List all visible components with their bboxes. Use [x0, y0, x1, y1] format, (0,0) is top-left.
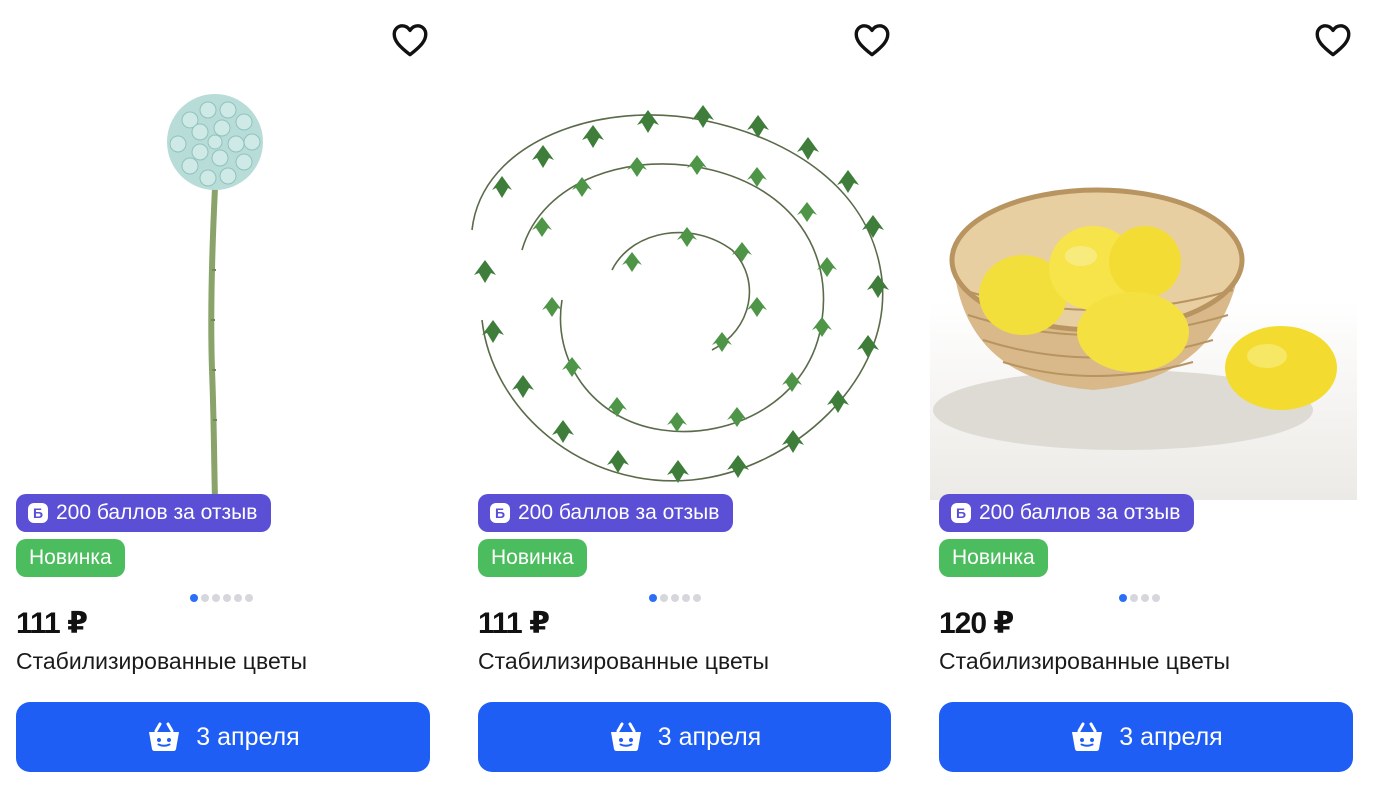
image-carousel-dots	[458, 594, 892, 602]
product-price: 111 ₽	[16, 607, 88, 640]
favorite-button[interactable]	[1313, 20, 1353, 60]
product-image-ivy[interactable]	[462, 80, 896, 500]
review-points-label: 200 баллов за отзыв	[979, 501, 1181, 524]
carousel-dot	[1140, 594, 1149, 602]
image-carousel-dots	[922, 594, 1356, 602]
carousel-dot	[1118, 594, 1127, 602]
product-price: 120 ₽	[939, 607, 1014, 640]
product-card[interactable]: Б 200 баллов за отзыв Новинка 120 ₽ Стаб…	[923, 0, 1357, 788]
new-badge: Новинка	[16, 539, 125, 577]
heart-outline-icon	[854, 24, 890, 57]
new-badge: Новинка	[478, 539, 587, 577]
product-price: 111 ₽	[478, 607, 550, 640]
review-points-badge: Б 200 баллов за отзыв	[478, 494, 734, 532]
carousel-dot	[244, 594, 253, 602]
product-image-lemons[interactable]	[923, 80, 1357, 500]
carousel-dot	[649, 594, 657, 602]
product-title[interactable]: Стабилизированные цветы	[16, 648, 307, 675]
add-to-cart-button[interactable]: 3 апреля	[939, 702, 1353, 772]
product-title[interactable]: Стабилизированные цветы	[478, 648, 769, 675]
delivery-date-label: 3 апреля	[657, 722, 762, 751]
basket-icon	[146, 721, 182, 753]
points-b-icon: Б	[28, 503, 48, 523]
carousel-dot	[693, 594, 701, 602]
carousel-dot	[189, 594, 198, 602]
product-title[interactable]: Стабилизированные цветы	[939, 648, 1230, 675]
carousel-dot	[671, 594, 679, 602]
delivery-date-label: 3 апреля	[1119, 722, 1223, 751]
review-points-label: 200 баллов за отзыв	[518, 501, 720, 524]
image-carousel-dots	[4, 594, 438, 602]
points-b-icon: Б	[951, 503, 971, 523]
carousel-dot	[233, 594, 242, 602]
product-card[interactable]: Б 200 баллов за отзыв Новинка 111 ₽ Стаб…	[0, 0, 434, 788]
carousel-dot	[1151, 594, 1160, 602]
add-to-cart-button[interactable]: 3 апреля	[16, 702, 430, 772]
review-points-badge: Б 200 баллов за отзыв	[16, 494, 272, 532]
review-points-label: 200 баллов за отзыв	[56, 501, 258, 524]
carousel-dot	[660, 594, 668, 602]
product-image-flower[interactable]	[0, 80, 434, 500]
favorite-button[interactable]	[390, 20, 430, 60]
product-card[interactable]: Б 200 баллов за отзыв Новинка 111 ₽ Стаб…	[462, 0, 896, 788]
basket-icon	[608, 721, 644, 753]
points-b-icon: Б	[490, 503, 510, 523]
carousel-dot	[200, 594, 209, 602]
add-to-cart-button[interactable]: 3 апреля	[478, 702, 891, 772]
basket-icon	[1069, 721, 1105, 753]
review-points-badge: Б 200 баллов за отзыв	[939, 494, 1195, 532]
favorite-button[interactable]	[852, 20, 892, 60]
new-badge: Новинка	[939, 539, 1048, 577]
carousel-dot	[1129, 594, 1138, 602]
carousel-dot	[682, 594, 690, 602]
carousel-dot	[211, 594, 220, 602]
carousel-dot	[222, 594, 231, 602]
delivery-date-label: 3 апреля	[196, 722, 300, 751]
heart-outline-icon	[392, 24, 428, 57]
heart-outline-icon	[1315, 24, 1351, 57]
